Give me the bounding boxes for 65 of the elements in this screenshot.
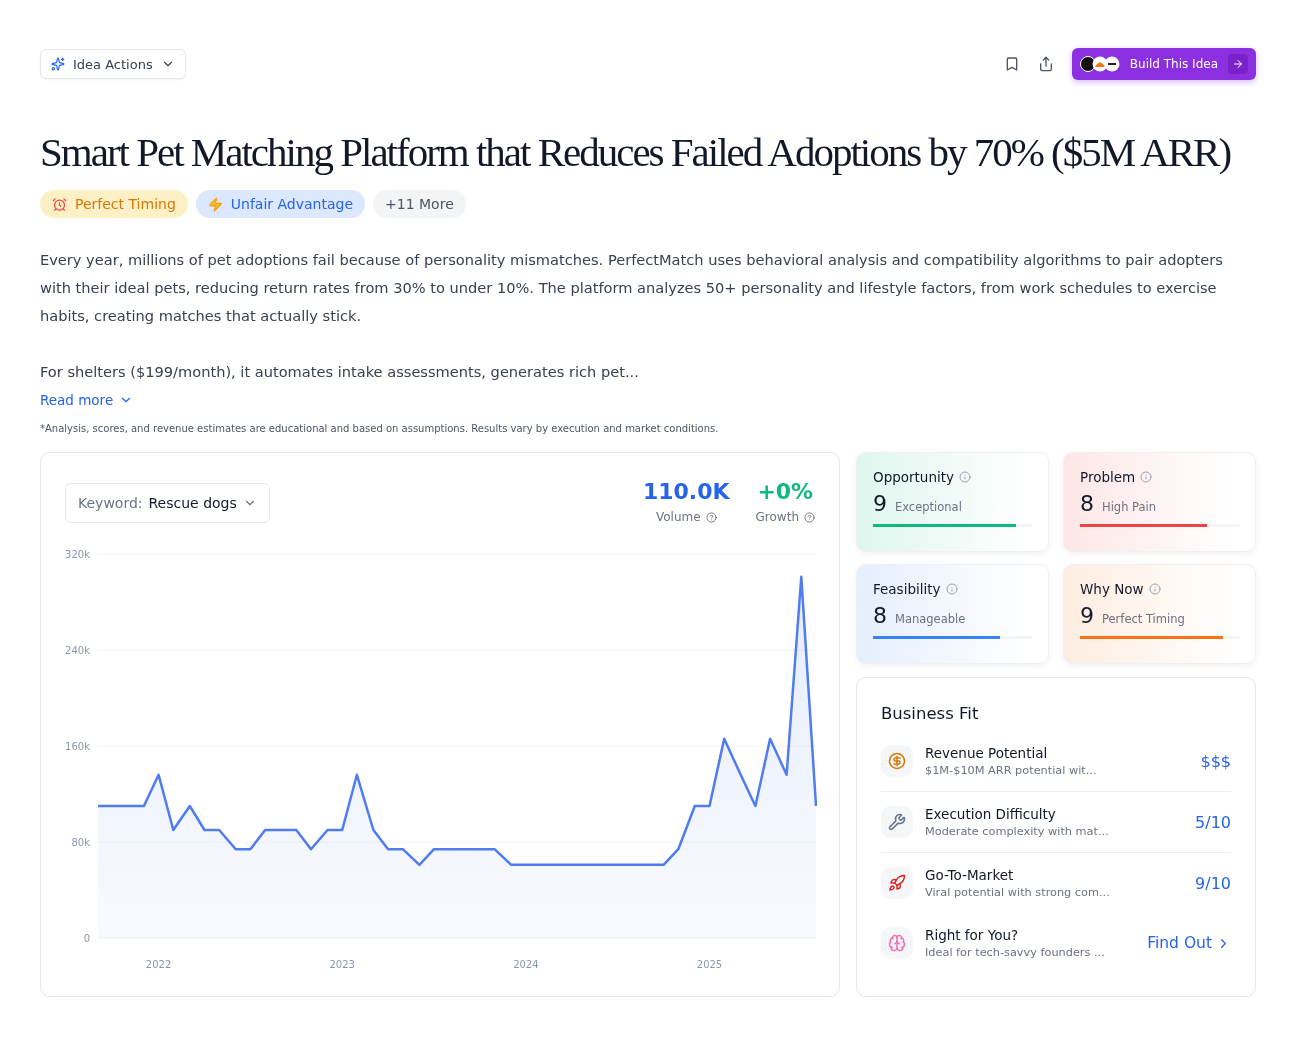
dollar-coin-icon [888,752,906,770]
fit-detail: Ideal for tech-savvy founders ... [925,946,1106,959]
share-icon[interactable] [1037,56,1054,72]
score-value: 9 [873,491,887,516]
score-rating: Exceptional [895,500,962,514]
avatar-group-icon [1079,56,1120,72]
fit-label: Execution Difficulty [925,806,1057,822]
volume-label: Volume [655,510,717,524]
fit-detail: Viral potential with strong com... [925,886,1111,899]
keyword-select[interactable]: Keyword: Rescue dogs [65,483,270,523]
x-axis-label: 2024 [513,959,539,970]
score-rating: High Pain [1102,500,1157,514]
score-rating: Perfect Timing [1102,612,1185,626]
score-title: Why Now [1080,581,1144,597]
info-icon[interactable] [945,583,958,595]
idea-title: Smart Pet Matching Platform that Reduces Failed Adoptions by 70% ($5M ARR) [40,128,1231,177]
growth-value: +0% [757,479,814,504]
description-paragraph: For shelters ($199/month), it automates intake assessments, generates rich pet... [40,362,640,382]
fit-value: $$$ [1200,751,1231,771]
tag-chip: Perfect Timing [40,190,188,218]
idea-actions-menu[interactable]: Idea Actions [40,49,186,79]
score-title: Feasibility [873,581,941,597]
fit-label: Go-To-Market [925,867,1015,883]
volume-value: 110.0K [642,479,730,504]
score-rating: Manageable [895,612,966,626]
y-axis-label: 0 [83,933,90,944]
tag-chip: Unfair Advantage [195,190,366,218]
score-title: Problem [1080,469,1136,485]
fit-label: Right for You? [925,927,1020,943]
build-idea-button[interactable]: Build This Idea [1071,48,1256,80]
rocket-icon [888,874,906,892]
score-value: 9 [1080,603,1094,628]
arrow-right-icon [1232,58,1244,70]
brain-icon [888,934,906,952]
y-axis-label: 80k [71,837,90,848]
x-axis-label: 2022 [145,959,172,970]
tag-chip[interactable]: +11 More [373,190,466,218]
fit-label: Revenue Potential [925,745,1049,761]
business-fit-title: Business Fit [881,704,980,723]
x-axis-label: 2023 [329,959,355,970]
description-paragraph: Every year, millions of pet adoptions fail because of personality mismatches. PerfectMatch uses behavioral analysis and compatibility algorithms to pair adopters with their ideal pets, reducing return rates from 30% to under 10%. The platform analyzes 50+ personality and lifestyle factors, from work schedules to exercise habits, creating matches that actually stick. [40,250,1224,326]
info-icon[interactable] [1148,583,1161,595]
wrench-icon [888,813,906,831]
lightning-icon [207,196,223,212]
x-axis-label: 2025 [696,959,723,970]
help-icon[interactable] [804,511,815,523]
find-out-link[interactable]: Find Out [1147,934,1231,952]
score-title: Opportunity [873,469,954,485]
fit-detail: Moderate complexity with mat... [925,825,1110,838]
help-icon[interactable] [705,511,717,523]
growth-label: Growth [755,510,815,524]
sparkles-icon [51,57,65,71]
y-axis-label: 240k [65,645,90,656]
fit-detail: $1M-$10M ARR potential wit... [925,764,1098,777]
read-more-link[interactable]: Read more [40,392,134,408]
score-value: 8 [873,603,887,628]
fit-value: 9/10 [1195,873,1231,893]
y-axis-label: 320k [65,549,90,560]
y-axis-label: 160k [65,741,90,752]
fit-value: 5/10 [1195,812,1231,832]
alarm-clock-icon [52,196,67,212]
info-icon[interactable] [1140,471,1153,483]
disclaimer-text: *Analysis, scores, and revenue estimates are educational and based on assumptions. Results vary by execution and market conditions. [40,423,720,434]
info-icon[interactable] [959,471,971,483]
score-value: 8 [1080,491,1094,516]
